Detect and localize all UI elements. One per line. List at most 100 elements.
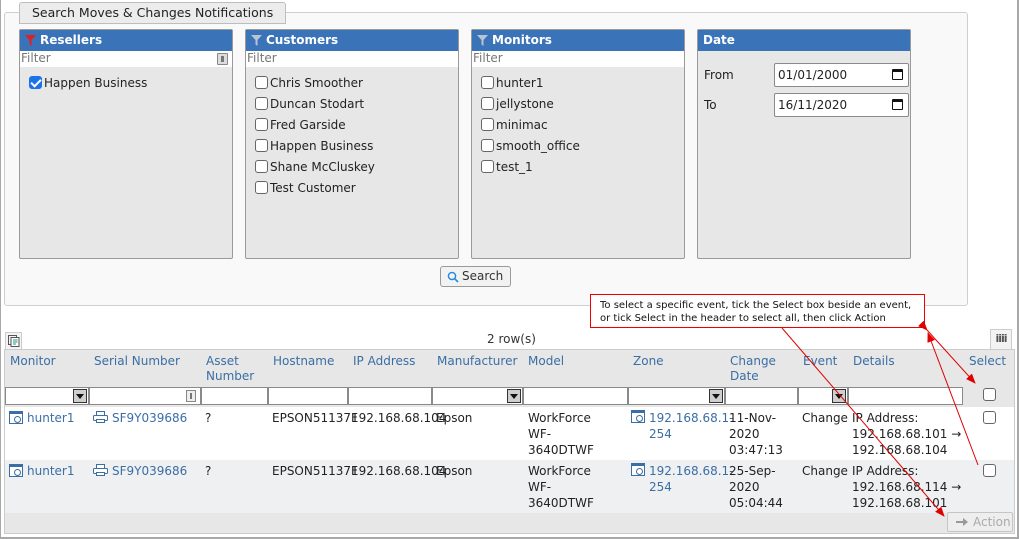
customers-checkbox[interactable] [255,181,268,194]
serial-link[interactable]: SF9Y039686 [112,411,187,425]
header-serial-number[interactable]: Serial Number [94,354,180,369]
header-zone[interactable]: Zone [633,354,664,369]
change-date-filter-input[interactable] [725,387,798,405]
action-label: Action [973,515,1011,529]
customers-list-item[interactable]: Test Customer [255,177,458,198]
to-date-input[interactable]: 16/11/2020 [774,93,909,117]
monitors-list-item[interactable]: test_1 [481,156,684,177]
monitor-link[interactable]: hunter1 [27,464,74,478]
monitors-checkbox[interactable] [481,118,494,131]
zone-link[interactable]: 192.168.68.1-254 [649,463,734,495]
monitors-checkbox[interactable] [481,76,494,89]
monitors-item-label: minimac [496,117,548,132]
header-change-date[interactable]: Change Date [730,354,785,384]
zone-icon[interactable] [631,463,645,476]
customers-filter-input[interactable]: Filter [246,51,458,67]
customers-list-item[interactable]: Duncan Stodart [255,93,458,114]
asset-filter-input[interactable] [201,387,268,405]
serial-cell[interactable]: SF9Y039686 [93,463,187,479]
customers-panel: Customers Filter Chris Smoother Duncan St… [245,29,459,259]
monitors-checkbox[interactable] [481,139,494,152]
filter-active-icon[interactable] [25,35,36,46]
monitors-list-item[interactable]: hunter1 [481,72,684,93]
monitor-cell[interactable]: hunter1 [9,463,74,479]
clear-filter-icon[interactable] [217,53,228,65]
resellers-list-item[interactable]: Happen Business [29,72,232,93]
customers-checkbox[interactable] [255,118,268,131]
select-all-checkbox[interactable] [983,388,996,401]
monitor-cell[interactable]: hunter1 [9,410,74,426]
zone-link[interactable]: 192.168.68.1-254 [649,410,734,442]
row-select-checkbox[interactable] [983,411,996,424]
monitor-filter-select[interactable] [5,387,89,405]
monitor-link[interactable]: hunter1 [27,411,74,425]
event-filter-select[interactable] [798,387,848,405]
dropdown-arrow-icon[interactable] [709,389,723,403]
monitors-item-label: smooth_office [496,138,580,153]
filter-placeholder: Filter [473,51,503,65]
customers-checkbox[interactable] [255,139,268,152]
ip-filter-input[interactable] [348,387,432,405]
header-details[interactable]: Details [853,354,895,369]
resellers-checkbox[interactable] [29,76,42,89]
customers-list-item[interactable]: Shane McCluskey [255,156,458,177]
monitors-filter-input[interactable]: Filter [472,51,684,67]
header-asset-number[interactable]: Asset Number [206,354,261,384]
header-monitor[interactable]: Monitor [10,354,56,369]
header-event[interactable]: Event [803,354,837,369]
zone-cell[interactable]: 192.168.68.1-254 [631,463,734,495]
action-button[interactable]: Action [947,512,1013,532]
clear-filter-icon[interactable] [186,390,196,402]
model-filter-input[interactable] [523,387,628,405]
from-date-input[interactable]: 01/01/2000 [774,63,909,87]
event-cell: Change [802,411,848,425]
monitors-list-item[interactable]: minimac [481,114,684,135]
dropdown-arrow-icon[interactable] [73,389,87,403]
header-manufacturer[interactable]: Manufacturer [437,354,517,369]
manufacturer-cell: Epson [436,464,473,478]
hostname-cell: EPSON51137F [272,411,358,425]
monitors-list-item[interactable]: smooth_office [481,135,684,156]
header-ip-address[interactable]: IP Address [353,354,415,369]
customers-checkbox[interactable] [255,97,268,110]
resellers-filter-input[interactable]: Filter [20,51,232,67]
customers-list-item[interactable]: Happen Business [255,135,458,156]
zone-cell[interactable]: 192.168.68.1-254 [631,410,734,442]
resellers-panel: Resellers Filter Happen Business [19,29,233,259]
serial-cell[interactable]: SF9Y039686 [93,410,187,426]
manufacturer-filter-select[interactable] [432,387,523,405]
date-panel: Date From 01/01/2000 To 16/11/2020 [697,29,911,259]
customers-title: Customers [266,33,339,47]
filter-icon[interactable] [251,35,262,46]
serial-filter-input[interactable] [89,387,201,405]
monitors-list-item[interactable]: jellystone [481,93,684,114]
customers-checkbox[interactable] [255,76,268,89]
customers-list: Chris Smoother Duncan Stodart Fred Garside… [246,67,458,198]
column-chooser-button[interactable]: iiii [990,329,1012,349]
dropdown-arrow-icon[interactable] [507,389,521,403]
hostname-filter-input[interactable] [268,387,348,405]
row-select-checkbox[interactable] [983,464,996,477]
export-grid-button[interactable] [5,332,22,349]
customers-checkbox[interactable] [255,160,268,173]
search-icon [447,271,459,283]
monitors-checkbox[interactable] [481,97,494,110]
calendar-icon[interactable] [892,69,903,80]
filter-icon[interactable] [477,35,488,46]
details-label: IP Address: [852,464,919,478]
customers-list-item[interactable]: Fred Garside [255,114,458,135]
zone-filter-select[interactable] [628,387,725,405]
header-model[interactable]: Model [528,354,564,369]
details-filter-input[interactable] [848,387,963,405]
calendar-icon[interactable] [892,99,903,110]
monitor-icon[interactable] [9,464,23,477]
monitors-checkbox[interactable] [481,160,494,173]
search-button[interactable]: Search [440,266,512,287]
customers-list-item[interactable]: Chris Smoother [255,72,458,93]
header-hostname[interactable]: Hostname [273,354,334,369]
serial-link[interactable]: SF9Y039686 [112,464,187,478]
monitor-icon[interactable] [9,411,23,424]
from-date-row: From 01/01/2000 [698,60,910,90]
zone-icon[interactable] [631,410,645,423]
dropdown-arrow-icon[interactable] [832,389,846,403]
